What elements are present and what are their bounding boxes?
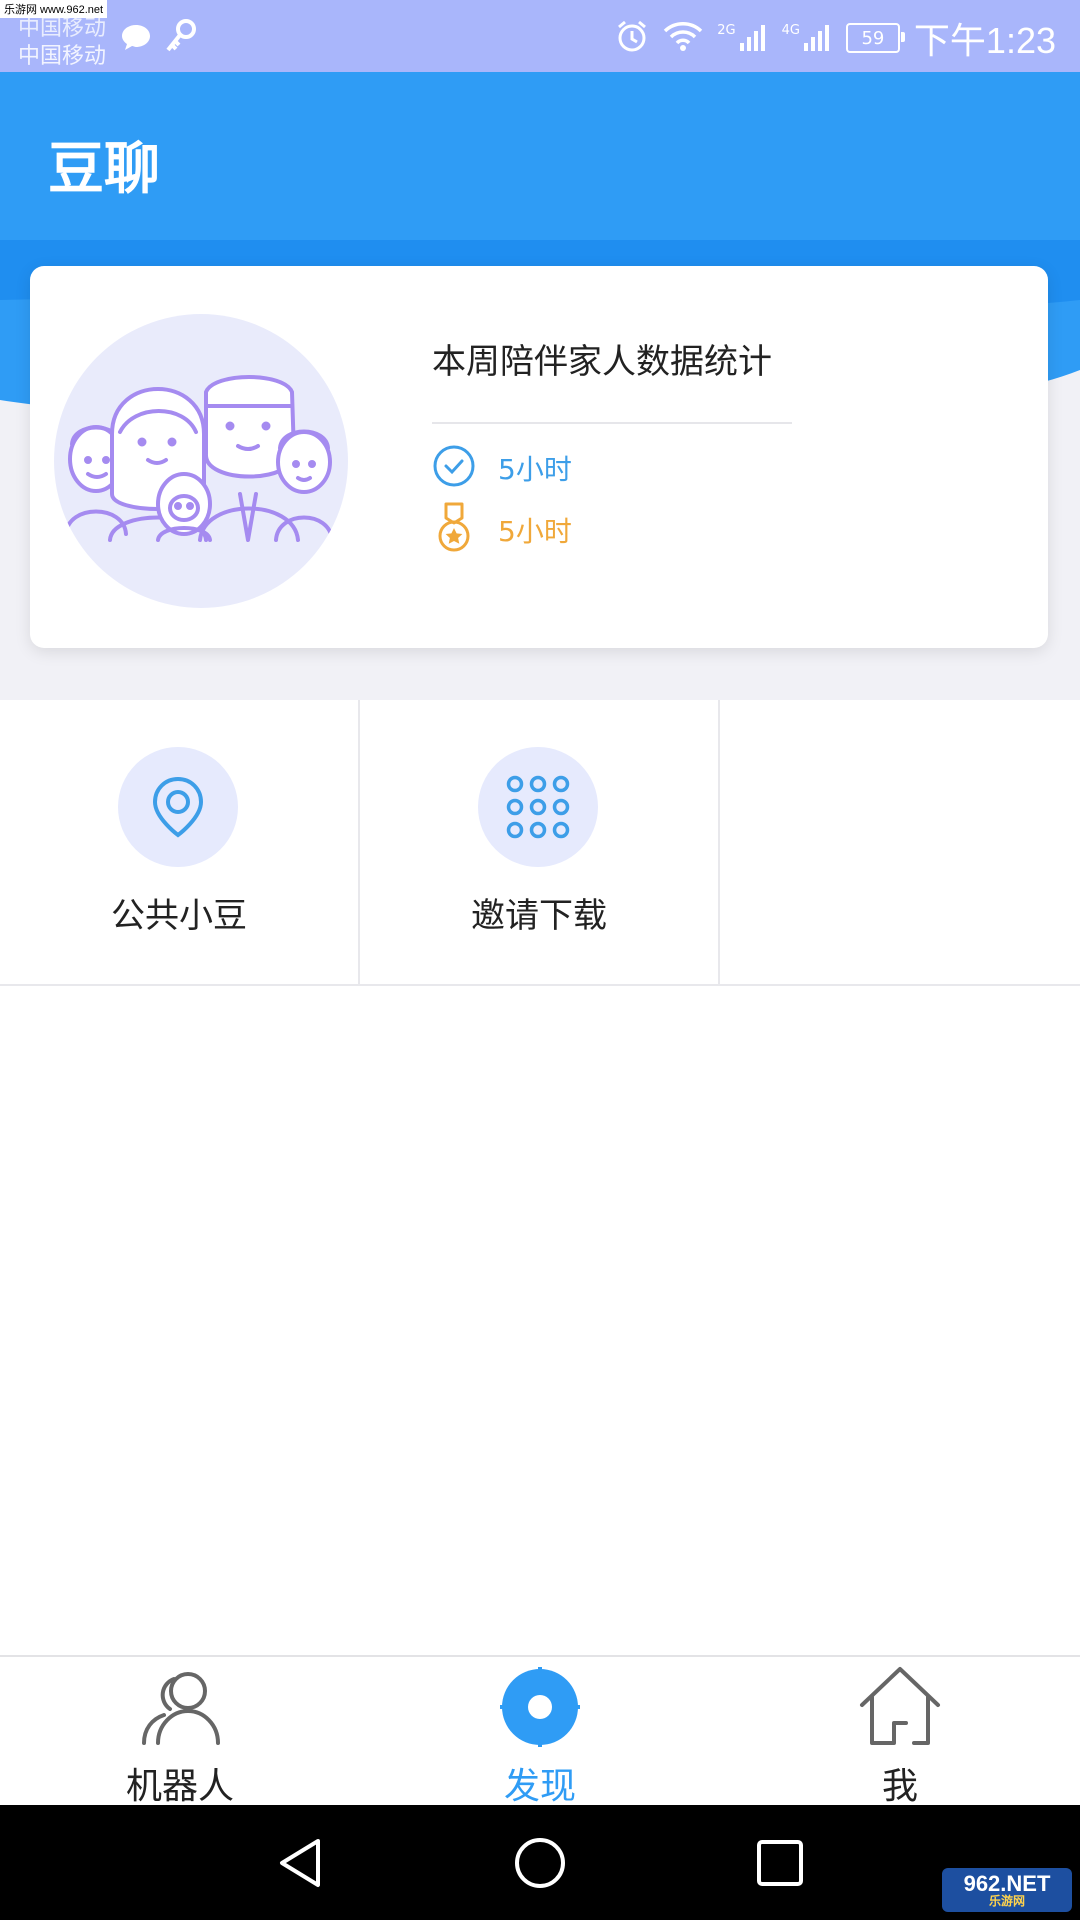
grid-item-label: 公共小豆 xyxy=(111,896,247,936)
signal-2-icon: 4G xyxy=(782,23,832,53)
watermark-top: 乐游网 www.962.net xyxy=(0,0,108,18)
key-icon xyxy=(164,18,198,58)
medal-icon xyxy=(432,502,476,558)
home-nav-icon[interactable] xyxy=(514,1837,566,1889)
grid-item-invite[interactable]: 邀请下载 xyxy=(360,700,720,984)
signal-1-icon: 2G xyxy=(717,23,767,53)
grid-item-empty xyxy=(720,700,1080,984)
alarm-icon xyxy=(615,19,649,57)
tab-me[interactable]: 我 xyxy=(720,1657,1080,1807)
network-2-label: 4G xyxy=(781,23,800,38)
battery-icon: 59 xyxy=(845,23,905,53)
tab-label: 机器人 xyxy=(125,1766,234,1807)
stat-row-time: 5小时 xyxy=(432,444,572,492)
watermark-logo: 962.NET 乐游网 xyxy=(942,1868,1072,1912)
app-header: 豆聊 xyxy=(0,72,1080,240)
grid-item-public-bean[interactable]: 公共小豆 xyxy=(0,700,360,984)
stat-value-medal: 5小时 xyxy=(498,515,572,548)
home-icon xyxy=(858,1665,942,1749)
back-icon[interactable] xyxy=(274,1837,326,1889)
watermark-small: 乐游网 xyxy=(988,1894,1025,1908)
stat-value-time: 5小时 xyxy=(498,453,572,486)
discover-icon xyxy=(498,1665,582,1749)
status-bar: 中国移动 中国移动 2G 4G 59 下午1:23 乐游网 www.962.ne… xyxy=(0,0,1080,72)
tab-label: 发现 xyxy=(503,1766,576,1807)
network-1-label: 2G xyxy=(717,23,736,38)
message-icon xyxy=(120,22,152,56)
divider xyxy=(432,422,792,424)
recents-icon[interactable] xyxy=(754,1837,806,1889)
clock: 下午1:23 xyxy=(913,20,1056,61)
tab-label: 我 xyxy=(881,1766,918,1807)
carrier-2: 中国移动 xyxy=(18,44,107,69)
grid-dots-icon xyxy=(478,747,598,867)
feature-grid: 公共小豆 邀请下载 xyxy=(0,700,1080,986)
battery-level: 59 xyxy=(861,27,885,49)
stats-card[interactable]: 本周陪伴家人数据统计 5小时 5小时 xyxy=(30,266,1048,648)
users-icon xyxy=(138,1665,222,1749)
grid-item-label: 邀请下载 xyxy=(471,896,607,936)
stat-row-medal: 5小时 xyxy=(432,502,572,558)
family-illustration xyxy=(54,314,348,608)
tab-bar: 机器人 发现 我 xyxy=(0,1655,1080,1807)
location-pin-icon xyxy=(118,747,238,867)
wifi-icon xyxy=(663,20,703,56)
tab-robot[interactable]: 机器人 xyxy=(0,1657,360,1807)
system-nav-bar: 962.NET 乐游网 xyxy=(0,1805,1080,1920)
clock-check-icon xyxy=(432,444,476,492)
stats-title: 本周陪伴家人数据统计 xyxy=(432,342,772,382)
page-title: 豆聊 xyxy=(48,137,160,202)
watermark-big: 962.NET xyxy=(963,1871,1051,1896)
tab-discover[interactable]: 发现 xyxy=(360,1657,720,1807)
